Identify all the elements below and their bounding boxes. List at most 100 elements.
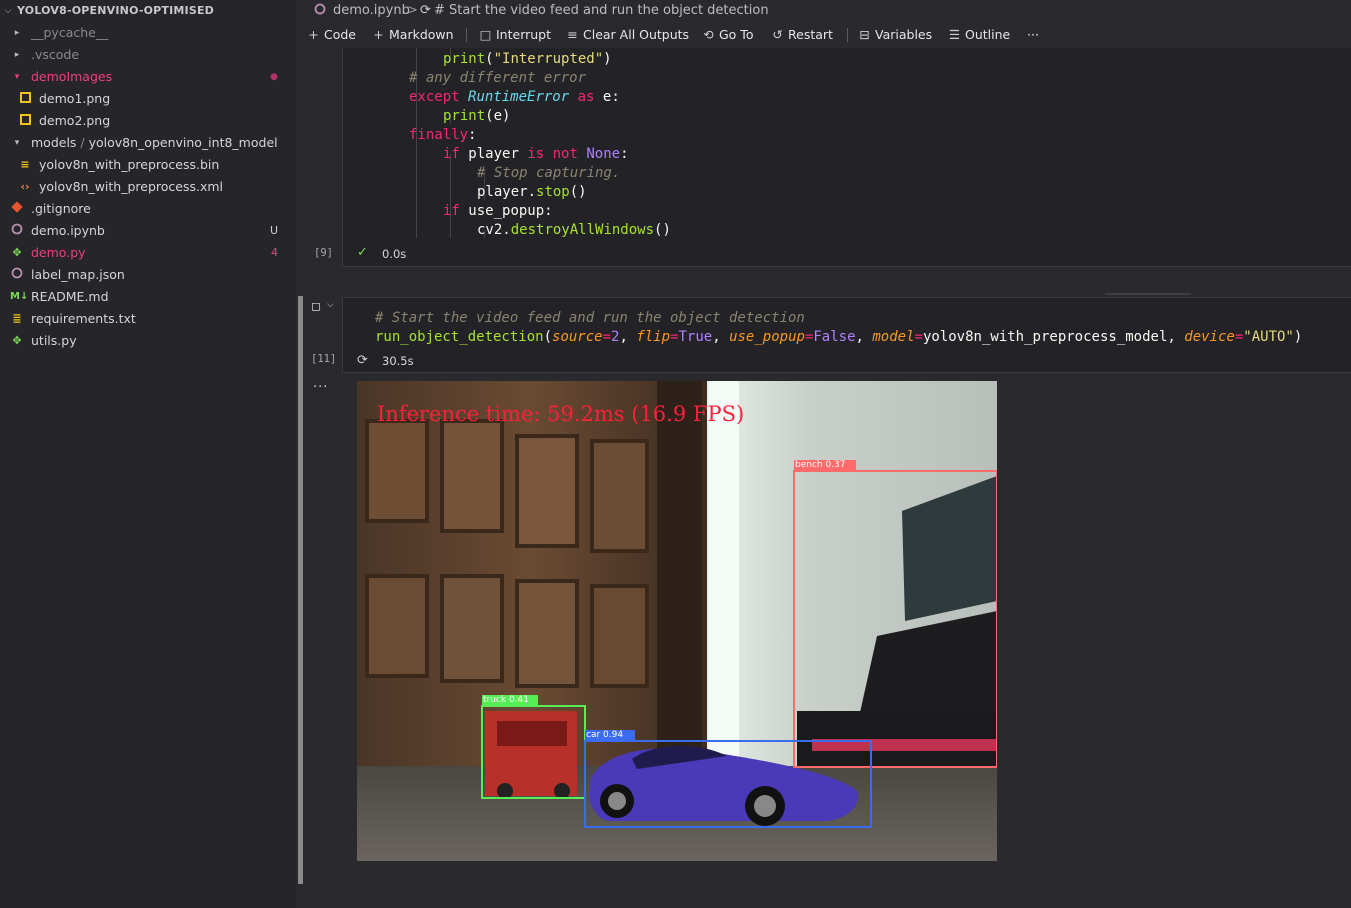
tree-item-demoimages[interactable]: ▾ demoImages ● [0,66,296,88]
tree-item-label-map[interactable]: label_map.json [0,264,296,286]
chevron-down-icon: ▾ [14,138,20,148]
interrupt-button[interactable]: □ Interrupt [478,22,551,48]
json-icon [10,264,24,286]
breadcrumb-file[interactable]: demo.ipynb [333,0,410,22]
token-function: destroyAllWindows [510,222,655,238]
code-cell-9[interactable]: print("Interrupted") # any different err… [342,48,1351,267]
code-line: # any different error [409,69,586,88]
code-cell-11[interactable]: # Start the video feed and run the objec… [342,297,1351,373]
tree-item-utils-py[interactable]: ✥ utils.py [0,330,296,352]
variables-icon: ⊟ [859,27,870,42]
markdown-label: Markdown [389,27,454,42]
token-keyword: finally [409,127,469,143]
restart-button[interactable]: ↺ Restart [770,22,833,48]
tree-item-models-folder[interactable]: ▾ models / yolov8n_openvino_int8_model [0,132,296,154]
jupyter-icon [10,220,24,242]
tree-item-demo-ipynb[interactable]: demo.ipynb U [0,220,296,242]
clear-all-outputs-button[interactable]: ≡ Clear All Outputs [565,22,689,48]
variables-button[interactable]: ⊟ Variables [857,22,932,48]
text-file-icon: ≣ [12,312,22,325]
more-actions-button[interactable]: ··· [1027,22,1039,48]
tree-item-gitignore[interactable]: .gitignore [0,198,296,220]
code-line: except RuntimeError as e: [409,89,620,105]
token-function: print [443,51,486,67]
code-line: finally: [409,127,477,143]
tree-item-demo2[interactable]: demo2.png [0,110,296,132]
token-keyword: is [527,146,545,162]
cell-focus-indicator [298,296,303,884]
tree-item-requirements[interactable]: ≣ requirements.txt [0,308,296,330]
inference-time-overlay: Inference time: 59.2ms (16.9 FPS) [377,402,745,426]
add-code-cell-button[interactable]: + Code [306,22,356,48]
token-keyword: as [577,89,595,105]
toolbar-divider [847,28,848,42]
stop-icon[interactable]: ◻ [311,299,321,313]
token-string: "Interrupted" [493,51,604,67]
image-file-icon [18,110,32,132]
token-constant: False [813,329,856,345]
tree-item-demo1[interactable]: demo1.png [0,88,296,110]
go-to-button[interactable]: ⟲ Go To [701,22,753,48]
object-detection-frame: Inference time: 59.2ms (16.9 FPS) bench … [357,381,997,861]
cell-9-execution-count: [9] [314,247,333,259]
token-variable: player [477,184,528,200]
code-line: if use_popup: [443,203,553,219]
tree-item-readme[interactable]: M↓ README.md [0,286,296,308]
explorer-root-folder[interactable]: ⌵ YOLOV8-OPENVINO-OPTIMISED [0,0,296,22]
chevron-down-icon: ▾ [14,72,20,82]
git-icon [10,198,24,220]
output-more-actions-button[interactable]: ··· [313,380,328,395]
code-line: # Start the video feed and run the objec… [375,309,805,328]
code-line: # Stop capturing. [477,164,620,183]
tree-item-pycache[interactable]: ▸ __pycache__ [0,22,296,44]
breadcrumb-cell[interactable]: # Start the video feed and run the objec… [434,0,769,22]
outline-button[interactable]: ☰ Outline [947,22,1010,48]
clear-outputs-label: Clear All Outputs [583,27,690,42]
token-keyword: not [552,146,578,162]
image-file-icon [18,88,32,110]
token-string: "AUTO" [1243,329,1294,345]
models-path-label: models / yolov8n_openvino_int8_model [31,132,278,154]
cell-drag-handle[interactable] [1105,293,1191,295]
refresh-icon: ⟳ [420,3,431,18]
bench-detection-label: bench 0.37 [795,460,846,470]
token-param: flip [636,329,671,345]
tree-item-bin-file[interactable]: ≡ yolov8n_with_preprocess.bin [0,154,296,176]
path-separator: / [76,135,89,150]
modified-dot-badge: ● [270,72,278,82]
token-function: stop [536,184,570,200]
variables-label: Variables [875,27,933,42]
python-icon: ✥ [12,334,22,347]
indent-guide [450,154,451,238]
token-param: use_popup [729,329,805,345]
restart-icon: ↺ [772,27,783,42]
token-constant: True [678,329,713,345]
code-line: print(e) [443,108,511,124]
tree-item-demo-py[interactable]: ✥ demo.py 4 [0,242,296,264]
breadcrumb: demo.ipynb > ⟳ # Start the video feed an… [296,0,1351,22]
code-line: print("Interrupted") [443,51,612,67]
path-segment-models: models [31,135,77,150]
problems-count-badge: 4 [271,246,278,259]
stop-icon: □ [479,27,492,42]
camera-frame-image [357,381,997,861]
token-param: model [872,329,915,345]
add-markdown-cell-button[interactable]: + Markdown [371,22,454,48]
outline-icon: ☰ [948,27,961,42]
token-function: run_object_detection [375,329,544,345]
code-line: cv2.destroyAllWindows() [477,222,671,238]
success-check-icon: ✓ [357,245,368,260]
python-icon: ✥ [12,246,22,259]
cell-11-execution-count: [11] [311,353,337,365]
token-comment: # Start the video feed and run the objec… [375,310,805,326]
token-function: print [443,108,486,124]
tree-item-xml-file[interactable]: ‹› yolov8n_with_preprocess.xml [0,176,296,198]
code-line: if player is not None: [443,146,629,162]
tree-item-vscode[interactable]: ▸ .vscode [0,44,296,66]
goto-label: Go To [719,27,754,42]
code-label: Code [324,27,357,42]
code-line: player.stop() [477,184,587,200]
token-param: source [552,329,603,345]
chevron-down-icon[interactable]: ⌵ [327,300,334,310]
token-keyword: except [409,89,460,105]
